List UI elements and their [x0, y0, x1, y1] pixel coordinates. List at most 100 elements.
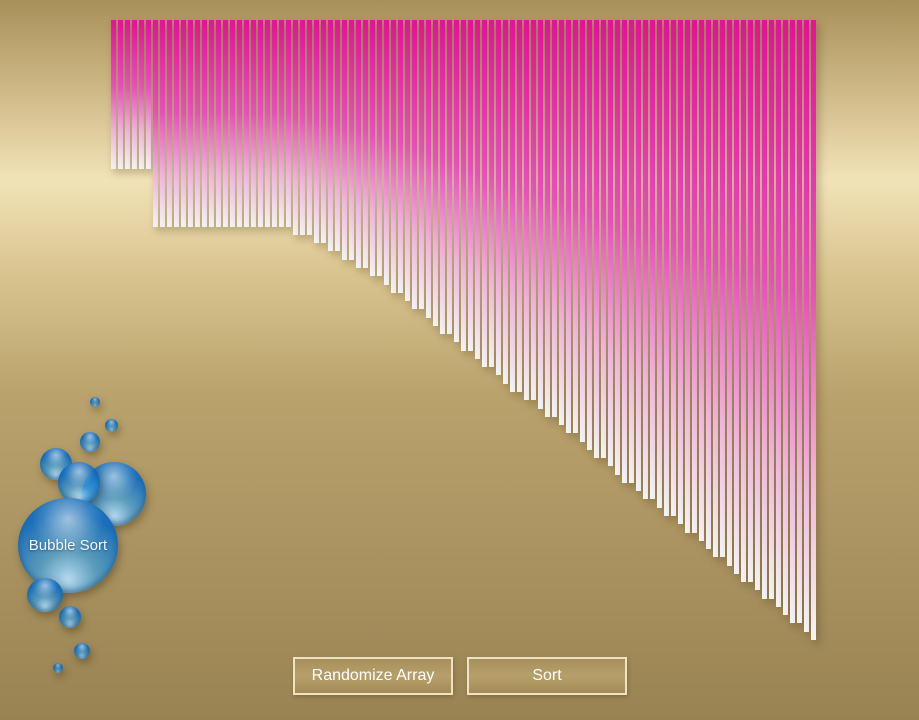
array-bar — [244, 20, 249, 227]
array-bar — [524, 20, 529, 400]
array-bar — [706, 20, 711, 549]
array-bar — [111, 20, 116, 169]
bubble-decoration — [80, 432, 100, 452]
array-bar — [755, 20, 760, 590]
array-bar — [426, 20, 431, 318]
app-logo-bubble: Bubble Sort — [18, 498, 118, 593]
bubble-decoration — [90, 397, 100, 407]
bubble-decoration — [74, 643, 90, 659]
array-bar — [496, 20, 501, 375]
array-bar — [293, 20, 298, 235]
array-bar — [804, 20, 809, 632]
array-bar — [552, 20, 557, 417]
array-bar — [734, 20, 739, 574]
array-bar — [489, 20, 494, 367]
array-bar — [727, 20, 732, 566]
array-bar — [748, 20, 753, 582]
randomize-array-button[interactable]: Randomize Array — [293, 657, 453, 695]
array-bar — [664, 20, 669, 516]
array-bar — [349, 20, 354, 260]
array-bar — [545, 20, 550, 417]
array-bar — [622, 20, 627, 483]
array-bar — [307, 20, 312, 235]
array-bar — [202, 20, 207, 227]
array-bar — [650, 20, 655, 499]
array-bar — [251, 20, 256, 227]
array-bar — [258, 20, 263, 227]
bubble-decoration — [59, 606, 81, 628]
bubble-decoration — [53, 663, 63, 673]
array-bar — [503, 20, 508, 384]
array-bar — [601, 20, 606, 458]
array-bar — [580, 20, 585, 442]
array-bar — [216, 20, 221, 227]
array-bar — [391, 20, 396, 293]
sort-button[interactable]: Sort — [467, 657, 627, 695]
array-bar — [594, 20, 599, 458]
array-bar — [468, 20, 473, 351]
array-bar — [363, 20, 368, 268]
array-bar — [685, 20, 690, 533]
array-bar — [328, 20, 333, 251]
array-bar — [132, 20, 137, 169]
array-bar — [286, 20, 291, 227]
array-bar — [762, 20, 767, 599]
array-bar — [629, 20, 634, 483]
array-bar — [153, 20, 158, 227]
array-bar — [118, 20, 123, 169]
array-bar — [566, 20, 571, 433]
array-bar — [776, 20, 781, 607]
array-bar — [720, 20, 725, 557]
array-bar — [272, 20, 277, 227]
array-bar — [657, 20, 662, 508]
array-bar — [783, 20, 788, 615]
array-bar — [699, 20, 704, 541]
array-bar — [125, 20, 130, 169]
bubble-decoration — [105, 419, 118, 432]
array-bar — [314, 20, 319, 243]
array-bar — [174, 20, 179, 227]
array-bar — [160, 20, 165, 227]
array-bar — [769, 20, 774, 599]
array-bar — [335, 20, 340, 251]
array-bar — [167, 20, 172, 227]
array-bar — [188, 20, 193, 227]
array-bar — [209, 20, 214, 227]
array-bar — [461, 20, 466, 351]
array-bar — [356, 20, 361, 268]
array-bar — [405, 20, 410, 301]
array-bar — [342, 20, 347, 260]
array-bar — [475, 20, 480, 359]
array-bar — [237, 20, 242, 227]
array-bars — [0, 0, 919, 720]
array-bar — [454, 20, 459, 342]
array-bar — [531, 20, 536, 400]
array-bar — [419, 20, 424, 309]
array-bar — [230, 20, 235, 227]
array-bar — [615, 20, 620, 475]
array-bar — [482, 20, 487, 367]
array-bar — [398, 20, 403, 293]
array-bar — [181, 20, 186, 227]
array-bar — [587, 20, 592, 450]
array-bar — [538, 20, 543, 409]
array-bar — [559, 20, 564, 425]
array-bar — [321, 20, 326, 243]
array-bar — [377, 20, 382, 276]
array-bar — [384, 20, 389, 285]
array-bar — [643, 20, 648, 499]
array-bar — [608, 20, 613, 466]
array-bar — [510, 20, 515, 392]
array-bar — [678, 20, 683, 524]
app-title: Bubble Sort — [28, 537, 108, 554]
array-bar — [573, 20, 578, 433]
array-bar — [447, 20, 452, 334]
bubble-decoration — [27, 578, 63, 612]
array-bar — [279, 20, 284, 227]
array-bar — [370, 20, 375, 276]
array-bar — [223, 20, 228, 227]
array-bar — [797, 20, 802, 623]
array-bar — [195, 20, 200, 227]
array-bar — [692, 20, 697, 533]
array-bar — [713, 20, 718, 557]
